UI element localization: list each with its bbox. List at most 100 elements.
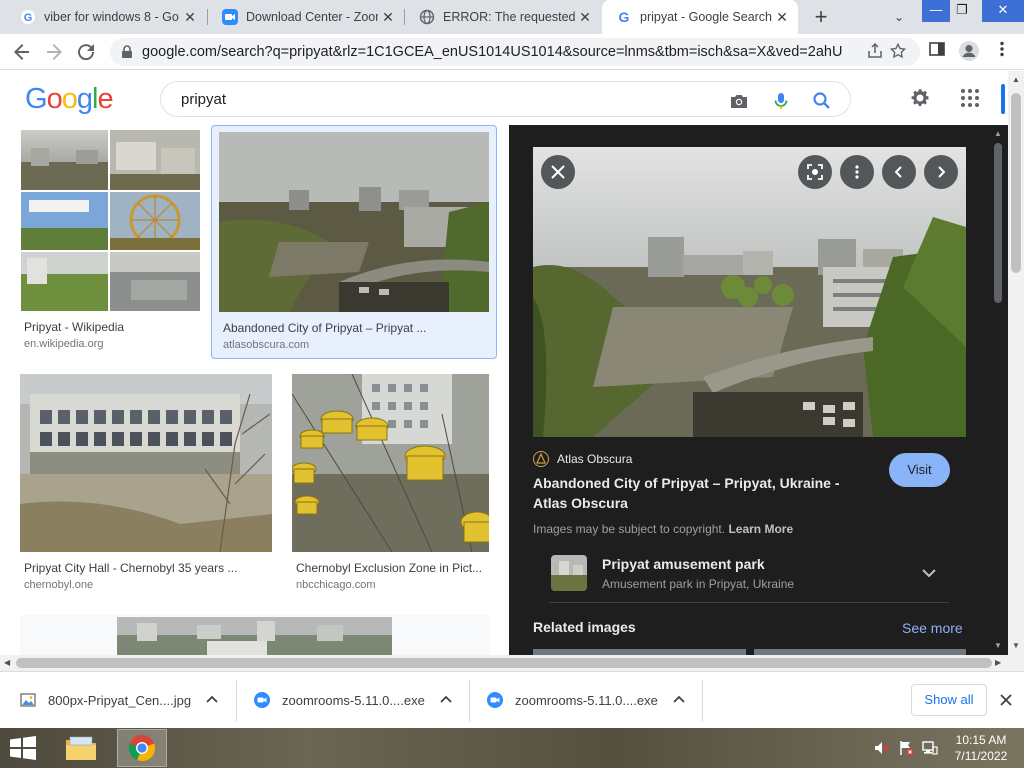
download-divider (236, 680, 237, 722)
result-thumbnail[interactable] (292, 374, 489, 552)
logo-letter: o (61, 83, 78, 115)
image-result-card[interactable]: Pripyat - Wikipedia en.wikipedia.org (16, 125, 206, 357)
maximize-button[interactable]: ❐ (950, 0, 974, 22)
result-thumbnail[interactable] (21, 130, 200, 311)
profile-button[interactable] (957, 40, 981, 64)
source-name: Atlas Obscura (557, 452, 633, 466)
tab-google-search[interactable]: G pripyat - Google Search ✕ (602, 0, 798, 34)
result-title[interactable]: Pripyat - Wikipedia (24, 320, 200, 334)
taskbar-chrome[interactable] (117, 729, 167, 767)
taskbar-clock[interactable]: 10:15 AM 7/11/2022 (946, 732, 1016, 764)
tab-search-button[interactable]: ⌄ (888, 6, 910, 28)
reload-button[interactable] (74, 40, 98, 64)
arrow-right-icon (47, 44, 62, 60)
tab-title: pripyat - Google Search (640, 10, 772, 24)
tab-close-icon[interactable]: ✕ (378, 9, 398, 26)
chevron-up-icon[interactable] (203, 691, 221, 709)
gear-icon[interactable] (908, 86, 932, 110)
preview-source[interactable]: Atlas Obscura (533, 451, 632, 467)
download-item[interactable]: zoomrooms-5.11.0....exe (487, 682, 697, 718)
chevron-up-icon[interactable] (437, 691, 455, 709)
chevron-up-icon[interactable] (670, 691, 688, 709)
scroll-up-icon[interactable]: ▲ (994, 129, 1002, 138)
close-preview-button[interactable] (541, 155, 575, 189)
scroll-up-icon[interactable]: ▲ (1012, 75, 1020, 84)
result-thumbnail[interactable] (219, 132, 489, 312)
side-panel-button[interactable] (925, 40, 949, 64)
tab-title: Download Center - Zoom (246, 10, 378, 24)
network-icon[interactable] (922, 740, 938, 756)
scrollbar-thumb[interactable] (994, 143, 1002, 303)
tab-close-icon[interactable]: ✕ (180, 9, 200, 26)
preview-panel-scrollbar[interactable]: ▲ ▼ (990, 125, 1008, 655)
lens-search-button[interactable] (798, 155, 832, 189)
image-file-icon (20, 693, 36, 707)
apps-grid-icon[interactable] (958, 86, 982, 110)
scroll-down-icon[interactable]: ▼ (1012, 641, 1020, 650)
atlas-obscura-logo-icon (533, 451, 549, 467)
tab-viber[interactable]: G viber for windows 8 - Go ✕ (6, 0, 206, 34)
knowledge-entity-row[interactable]: Pripyat amusement park Amusement park in… (549, 545, 949, 603)
tab-close-icon[interactable]: ✕ (772, 9, 792, 26)
scrollbar-thumb[interactable] (1011, 93, 1021, 273)
chevron-down-icon[interactable] (919, 563, 939, 583)
tab-error[interactable]: ERROR: The requested UR ✕ (405, 0, 601, 34)
image-result-card[interactable]: Pripyat City Hall - Chernobyl 35 years .… (16, 369, 276, 599)
share-icon[interactable] (865, 42, 885, 62)
scroll-down-icon[interactable]: ▼ (994, 641, 1002, 650)
result-title[interactable]: Chernobyl Exclusion Zone in Pict... (296, 561, 488, 575)
google-logo[interactable]: Google (25, 83, 114, 116)
microphone-icon[interactable] (770, 90, 792, 112)
new-tab-button[interactable]: + (808, 4, 834, 30)
search-input[interactable]: pripyat (181, 91, 226, 108)
url-text[interactable]: google.com/search?q=pripyat&rlz=1C1GCEA_… (142, 44, 842, 60)
result-title[interactable]: Pripyat City Hall - Chernobyl 35 years .… (24, 561, 272, 575)
tab-zoom-download[interactable]: Download Center - Zoom ✕ (208, 0, 404, 34)
window-close-button[interactable]: ✕ (982, 0, 1024, 22)
globe-icon (419, 9, 435, 25)
scroll-right-icon[interactable]: ▶ (995, 658, 1001, 667)
lock-icon (122, 45, 132, 58)
download-item[interactable]: zoomrooms-5.11.0....exe (254, 682, 464, 718)
image-result-card-selected[interactable]: Abandoned City of Pripyat – Pripyat ... … (211, 125, 497, 359)
forward-button[interactable] (42, 40, 66, 64)
windows-start-icon[interactable] (8, 736, 38, 760)
action-center-flag-icon[interactable] (898, 740, 914, 756)
result-thumbnail[interactable] (117, 617, 392, 655)
download-item[interactable]: 800px-Pripyat_Cen....jpg (20, 682, 230, 718)
result-title[interactable]: Abandoned City of Pripyat – Pripyat ... (223, 321, 489, 335)
taskbar-file-explorer[interactable] (56, 729, 106, 767)
close-shelf-icon[interactable] (996, 690, 1016, 710)
minimize-button[interactable]: — (922, 0, 950, 22)
see-more-link[interactable]: See more (902, 620, 963, 636)
image-preview-panel: Atlas Obscura Abandoned City of Pripyat … (509, 125, 990, 655)
visit-button[interactable]: Visit (889, 453, 950, 487)
search-icon[interactable] (811, 90, 833, 112)
browser-menu-button[interactable] (990, 40, 1014, 64)
more-options-button[interactable] (840, 155, 874, 189)
volume-muted-icon[interactable] (873, 740, 889, 756)
preview-title[interactable]: Abandoned City of Pripyat – Pripyat, Ukr… (533, 473, 863, 513)
address-bar[interactable]: google.com/search?q=pripyat&rlz=1C1GCEA_… (110, 38, 920, 66)
search-box[interactable]: pripyat (160, 81, 851, 117)
bookmark-star-icon[interactable] (888, 42, 908, 62)
next-image-button[interactable] (924, 155, 958, 189)
scroll-left-icon[interactable]: ◀ (4, 658, 10, 667)
back-button[interactable] (10, 40, 34, 64)
result-thumbnail[interactable] (20, 374, 272, 552)
tab-title: ERROR: The requested UR (443, 10, 575, 24)
download-filename: zoomrooms-5.11.0....exe (282, 692, 425, 708)
scrollbar-thumb[interactable] (16, 658, 992, 668)
previous-image-button[interactable] (882, 155, 916, 189)
preview-image[interactable] (533, 147, 966, 437)
tab-close-icon[interactable]: ✕ (575, 9, 595, 26)
image-result-card[interactable]: Chernobyl Exclusion Zone in Pict... nbcc… (288, 369, 498, 599)
zoom-icon (487, 692, 503, 708)
image-result-card[interactable] (20, 615, 490, 655)
show-all-downloads-button[interactable]: Show all (911, 684, 987, 716)
camera-icon[interactable] (728, 90, 750, 112)
page-vertical-scrollbar[interactable]: ▲ ▼ (1008, 71, 1024, 671)
learn-more-link[interactable]: Learn More (728, 522, 793, 536)
logo-letter: o (46, 83, 63, 115)
page-horizontal-scrollbar[interactable]: ◀ ▶ (0, 655, 1008, 671)
